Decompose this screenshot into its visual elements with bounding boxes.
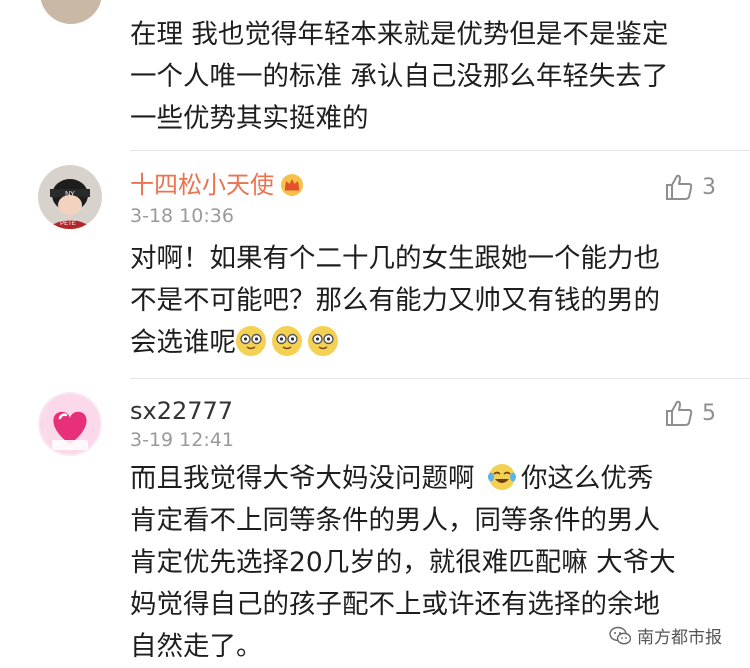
divider [130,378,750,379]
comment-body: 在理 我也觉得年轻本来就是优势但是不是鉴定 一个人唯一的标准 承认自己没那么年轻… [130,14,730,140]
comment-timestamp: 3-19 12:41 [130,429,234,451]
comment-timestamp: 3-18 10:36 [130,205,234,227]
comment-line: 在理 我也觉得年轻本来就是优势但是不是鉴定 [130,19,669,50]
comment-line: 对啊！如果有个二十几的女生跟她一个能力也 [130,243,660,274]
avatar[interactable]: NY PETE [38,165,102,229]
avatar[interactable] [40,0,102,24]
avatar[interactable] [38,392,102,456]
thumbs-up-icon [666,174,693,200]
thumbs-up-icon [666,400,693,426]
tears-of-joy-icon [487,464,516,490]
vip-crown-icon [281,174,303,196]
like-count: 3 [702,174,716,200]
comment-line: 而且我觉得大爷大妈没问题啊 你这么优秀 [130,463,654,494]
watermark: 南方都市报 [609,623,722,648]
comment-line: 一些优势其实挺难的 [130,103,369,134]
comment-line: 会选谁呢 [130,322,730,364]
comment-line: 妈觉得自己的孩子配不上或许还有选择的余地 [130,589,660,620]
like-count: 5 [702,400,716,426]
username[interactable]: 十四松小天使 [130,170,306,200]
comment-body: 对啊！如果有个二十几的女生跟她一个能力也 不是不可能吧？那么有能力又帅又有钱的男… [130,238,730,364]
username[interactable]: sx22777 [130,396,233,426]
laugh-cry-face-icon [236,326,266,356]
wechat-icon [609,626,631,644]
user-avatar-photo: NY PETE [38,165,102,229]
comment-line: 一个人唯一的标准 承认自己没那么年轻失去了 [130,61,669,92]
svg-text:PETE: PETE [60,221,76,227]
watermark-text: 南方都市报 [637,628,722,648]
like-button[interactable]: 3 [664,172,716,202]
laugh-cry-face-icon [308,326,338,356]
laugh-cry-face-icon [272,326,302,356]
divider [130,150,750,151]
comment-line: 肯定优先选择20几岁的，就很难匹配嘛 大爷大 [130,547,676,578]
comment-line: 肯定看不上同等条件的男人，同等条件的男人 [130,505,660,536]
heart-avatar-image [38,392,102,456]
like-button[interactable]: 5 [664,398,716,428]
comment-line: 不是不可能吧？那么有能力又帅又有钱的男的 [130,285,660,316]
